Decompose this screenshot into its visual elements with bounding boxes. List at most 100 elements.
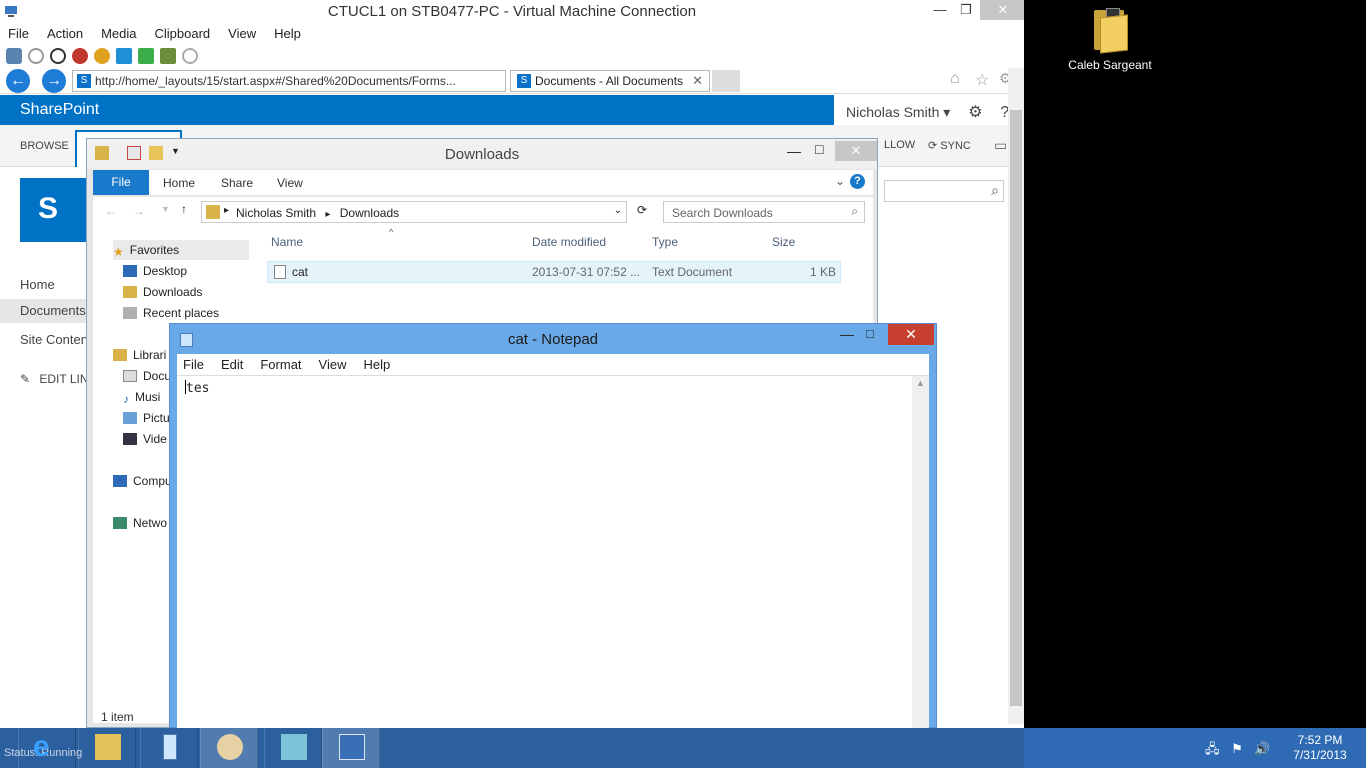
save-state-icon[interactable]: [94, 48, 110, 64]
column-date-modified[interactable]: Date modified: [532, 235, 606, 249]
nav-computer[interactable]: Compu: [113, 471, 172, 491]
column-name[interactable]: Name: [271, 235, 303, 249]
recent-locations-icon[interactable]: ▼: [161, 204, 170, 214]
vm-menu-media[interactable]: Media: [101, 26, 136, 41]
favorites-star-icon[interactable]: ☆: [975, 70, 989, 90]
page-scrollbar[interactable]: [1008, 68, 1024, 724]
vm-menu-action[interactable]: Action: [47, 26, 83, 41]
notepad-close-button[interactable]: ✕: [888, 324, 934, 345]
nav-edit-links[interactable]: ✎ EDIT LIN: [20, 372, 89, 386]
address-dropdown-icon[interactable]: ⌄: [614, 205, 622, 216]
home-icon[interactable]: ⌂: [950, 70, 960, 88]
explorer-address-bar[interactable]: ▸ Nicholas Smith ▸ Downloads ⌄: [201, 201, 627, 223]
tab-share[interactable]: Share: [221, 176, 253, 190]
nav-favorites[interactable]: ★ Favorites: [113, 240, 249, 260]
notepad-scrollbar[interactable]: ▲: [912, 376, 929, 728]
explorer-search-box[interactable]: Search Downloads ⌕: [663, 201, 865, 223]
notepad-menu-file[interactable]: File: [183, 357, 204, 372]
reset-icon[interactable]: [138, 48, 154, 64]
sync-button[interactable]: ⟳ SYNC: [928, 139, 971, 152]
search-icon[interactable]: ⌕: [851, 204, 858, 219]
refresh-icon[interactable]: ⟳: [637, 203, 647, 217]
notepad-minimize-button[interactable]: —: [840, 326, 854, 342]
breadcrumb-arrow-icon[interactable]: ▸: [224, 205, 229, 216]
notepad-menu-view[interactable]: View: [319, 357, 347, 372]
forward-icon[interactable]: →: [133, 204, 145, 218]
column-size[interactable]: Size: [772, 235, 795, 249]
nav-documents[interactable]: Documents: [0, 299, 86, 323]
nav-downloads[interactable]: Downloads: [123, 282, 202, 302]
help-icon[interactable]: ?: [850, 174, 865, 189]
vm-menu-view[interactable]: View: [228, 26, 256, 41]
back-icon[interactable]: ←: [105, 204, 117, 218]
sharepoint-search-box[interactable]: ⌕: [884, 180, 1004, 202]
vm-minimize-button[interactable]: —: [926, 0, 954, 20]
sharepoint-brand[interactable]: SharePoint: [20, 101, 99, 119]
explorer-close-button[interactable]: ✕: [835, 141, 877, 161]
breadcrumb-user[interactable]: Nicholas Smith: [236, 206, 316, 220]
taskbar-vm-connection[interactable]: [322, 728, 380, 768]
nav-network[interactable]: Netwo: [113, 513, 167, 533]
breadcrumb-downloads[interactable]: Downloads: [340, 206, 399, 220]
notepad-menu-format[interactable]: Format: [260, 357, 301, 372]
snapshot-icon[interactable]: [160, 48, 176, 64]
nav-pictures[interactable]: Pictu: [123, 408, 170, 428]
back-button[interactable]: ←: [6, 69, 30, 93]
nav-desktop[interactable]: Desktop: [123, 261, 187, 281]
tab-close-icon[interactable]: ✕: [692, 73, 703, 89]
breadcrumb-separator-icon[interactable]: ▸: [325, 209, 330, 220]
taskbar-paint[interactable]: [200, 728, 258, 768]
focus-icon[interactable]: ▭: [994, 137, 1007, 154]
taskbar-internet-explorer[interactable]: e: [18, 728, 76, 768]
clock[interactable]: 7:52 PM 7/31/2013: [1280, 733, 1360, 763]
vm-close-button[interactable]: ✕: [980, 0, 1024, 20]
nav-home[interactable]: Home: [20, 277, 55, 292]
vm-menu-help[interactable]: Help: [274, 26, 301, 41]
notepad-menu-help[interactable]: Help: [363, 357, 390, 372]
tab-view[interactable]: View: [277, 176, 303, 190]
nav-site-contents[interactable]: Site Conten: [20, 332, 88, 347]
tab-file[interactable]: File: [93, 170, 149, 195]
network-tray-icon[interactable]: 🖧: [1205, 741, 1220, 756]
ribbon-browse-tab[interactable]: BROWSE: [20, 140, 69, 152]
user-menu[interactable]: Nicholas Smith ▾ ⚙ ?: [834, 95, 1024, 125]
explorer-maximize-button[interactable]: □: [815, 141, 823, 157]
nav-music[interactable]: ♪ Musi: [123, 387, 160, 407]
scroll-up-icon[interactable]: ▲: [916, 378, 925, 388]
file-row[interactable]: cat 2013-07-31 07:52 ... Text Document 1…: [267, 261, 841, 283]
page-scrollbar-thumb[interactable]: [1010, 110, 1022, 706]
volume-tray-icon[interactable]: 🔊: [1254, 741, 1270, 756]
column-type[interactable]: Type: [652, 235, 678, 249]
explorer-minimize-button[interactable]: —: [787, 143, 801, 159]
pause-icon[interactable]: [116, 48, 132, 64]
notepad-menu-edit[interactable]: Edit: [221, 357, 243, 372]
new-tab-button[interactable]: [712, 70, 740, 92]
shutdown-icon[interactable]: [72, 48, 88, 64]
nav-documents[interactable]: Docu: [123, 366, 171, 386]
vm-menu-clipboard[interactable]: Clipboard: [155, 26, 211, 41]
browser-tab[interactable]: S Documents - All Documents ✕: [510, 70, 710, 92]
nav-libraries[interactable]: Librari: [113, 345, 166, 365]
ctrl-alt-del-icon[interactable]: [6, 48, 22, 64]
tab-home[interactable]: Home: [163, 176, 195, 190]
up-icon[interactable]: ↑: [181, 202, 187, 216]
settings-gear-icon[interactable]: ⚙: [968, 104, 982, 121]
nav-recent-places[interactable]: Recent places: [123, 303, 219, 323]
taskbar-app-buildings[interactable]: [264, 728, 322, 768]
start-icon[interactable]: [28, 48, 44, 64]
address-bar[interactable]: S http://home/_layouts/15/start.aspx#/Sh…: [72, 70, 506, 92]
vm-menu-file[interactable]: File: [8, 26, 29, 41]
notepad-text-area[interactable]: tes: [177, 376, 929, 728]
vm-maximize-button[interactable]: ❐: [952, 0, 980, 20]
notepad-maximize-button[interactable]: □: [866, 326, 874, 341]
expand-ribbon-icon[interactable]: ⌄: [835, 174, 845, 188]
revert-icon[interactable]: [182, 48, 198, 64]
flag-tray-icon[interactable]: ⚑: [1231, 741, 1243, 756]
forward-button[interactable]: →: [42, 69, 66, 93]
taskbar-notepad[interactable]: [140, 728, 198, 768]
search-icon[interactable]: ⌕: [991, 182, 999, 199]
turn-off-icon[interactable]: [50, 48, 66, 64]
taskbar-file-explorer[interactable]: [78, 728, 136, 768]
desktop-folder-shortcut[interactable]: Caleb Sargeant: [1068, 6, 1152, 73]
follow-button[interactable]: LLOW: [884, 139, 915, 151]
